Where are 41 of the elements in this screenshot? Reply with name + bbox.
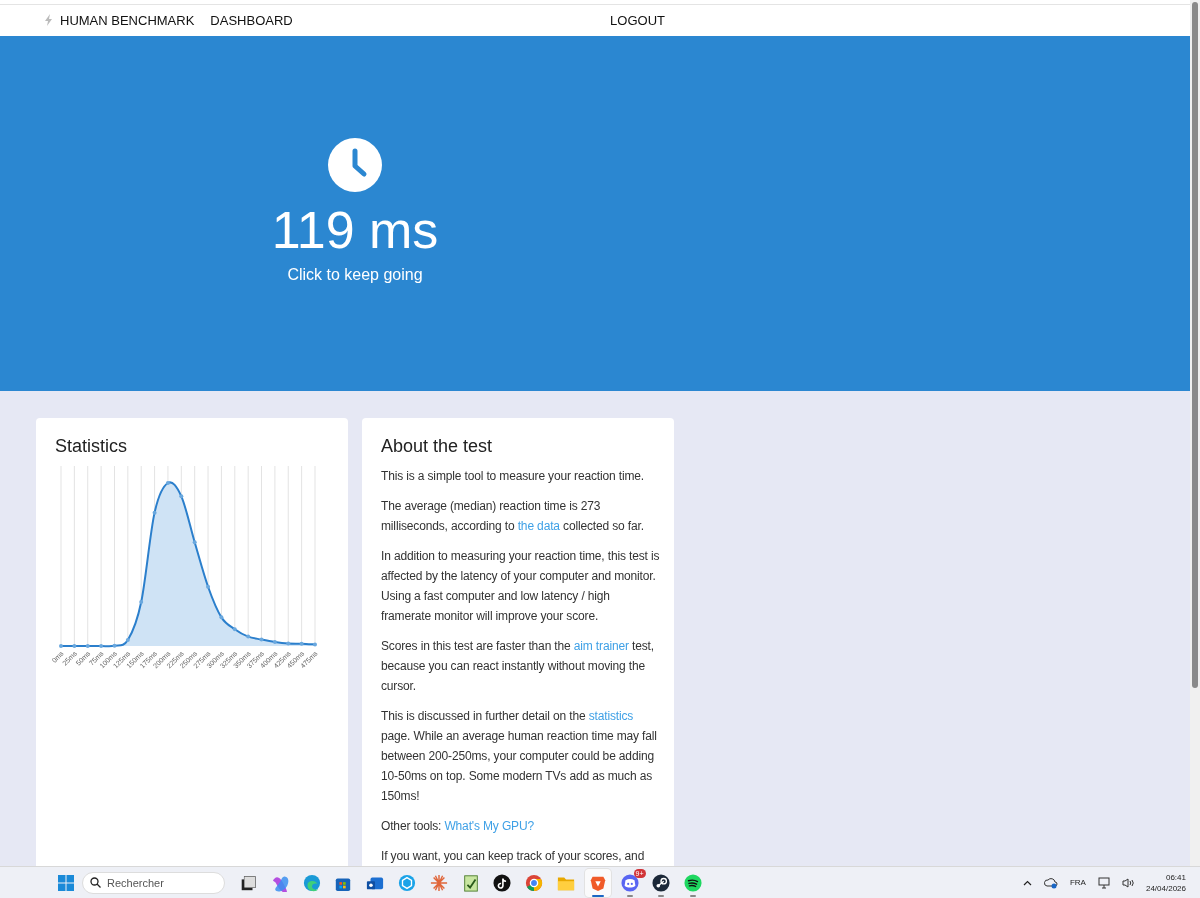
paragraph: The average (median) reaction time is 273 milliseconds, according to the data collected so far.	[381, 498, 645, 535]
card-title: Statistics	[55, 435, 129, 458]
search-icon	[90, 877, 101, 888]
paragraph: This is a simple tool to measure your reaction time.	[381, 468, 645, 485]
sound-waves-icon	[684, 873, 703, 892]
scrollbar[interactable]	[1190, 0, 1200, 866]
chevron-up-icon[interactable]	[1022, 879, 1032, 886]
paragraph: If you want, you can keep track of your scores, and	[381, 848, 646, 865]
window-stack-icon	[239, 873, 257, 892]
hint-text: Click to keep going	[287, 266, 423, 284]
notepad-icon	[461, 873, 480, 892]
text-link[interactable]: statistics	[588, 709, 634, 723]
cube-icon	[398, 873, 416, 892]
music-note-icon	[493, 873, 512, 892]
search-field[interactable]: Rechercher	[82, 871, 225, 894]
reaction-result: 119 ms	[271, 200, 439, 260]
nav-link[interactable]: DASHBOARD	[210, 12, 293, 28]
paragraph: Other tools: What's My GPU?	[381, 818, 535, 835]
language-indicator[interactable]: FRA	[1069, 878, 1086, 887]
windows-logo-icon[interactable]	[58, 874, 74, 891]
disc-icon	[652, 873, 671, 892]
clock-icon	[328, 138, 382, 192]
text-link[interactable]: the data	[517, 519, 560, 533]
time-text: 06:41	[1165, 871, 1186, 883]
card-title: About the test	[381, 435, 494, 458]
clock[interactable]: 06:41 24/04/2026	[1145, 871, 1186, 894]
cloud-icon[interactable]	[1043, 876, 1058, 889]
text-link[interactable]: aim trainer	[573, 639, 629, 653]
wave-icon	[302, 873, 321, 892]
monitor-icon[interactable]	[1097, 876, 1110, 889]
speaker-icon[interactable]	[1121, 877, 1134, 888]
ring-icon	[525, 873, 544, 892]
date-text: 24/04/2026	[1145, 882, 1186, 894]
paragraph: Scores in this test are faster than the aim trainer test, because you can react instantly without moving the cursor.	[381, 638, 655, 695]
starburst-icon	[429, 873, 448, 892]
logout-link[interactable]: LOGOUT	[610, 12, 665, 28]
brand-link[interactable]: HUMAN BENCHMARK	[60, 12, 195, 28]
paragraph: In addition to measuring your reaction time, this test is affected by the latency of your computer and monitor. Using a fast computer and low latency / high framerate monitor will improve your score.	[381, 548, 660, 625]
lightning-icon	[44, 14, 54, 26]
paragraph: This is discussed in further detail on the statistics page. While an average human reaction time may fall between 200-250ms, your computer could be adding 10-50ms on top. Some modern TVs add as much as 150ms!	[381, 708, 658, 805]
text-link[interactable]: What's My GPU?	[444, 819, 534, 833]
